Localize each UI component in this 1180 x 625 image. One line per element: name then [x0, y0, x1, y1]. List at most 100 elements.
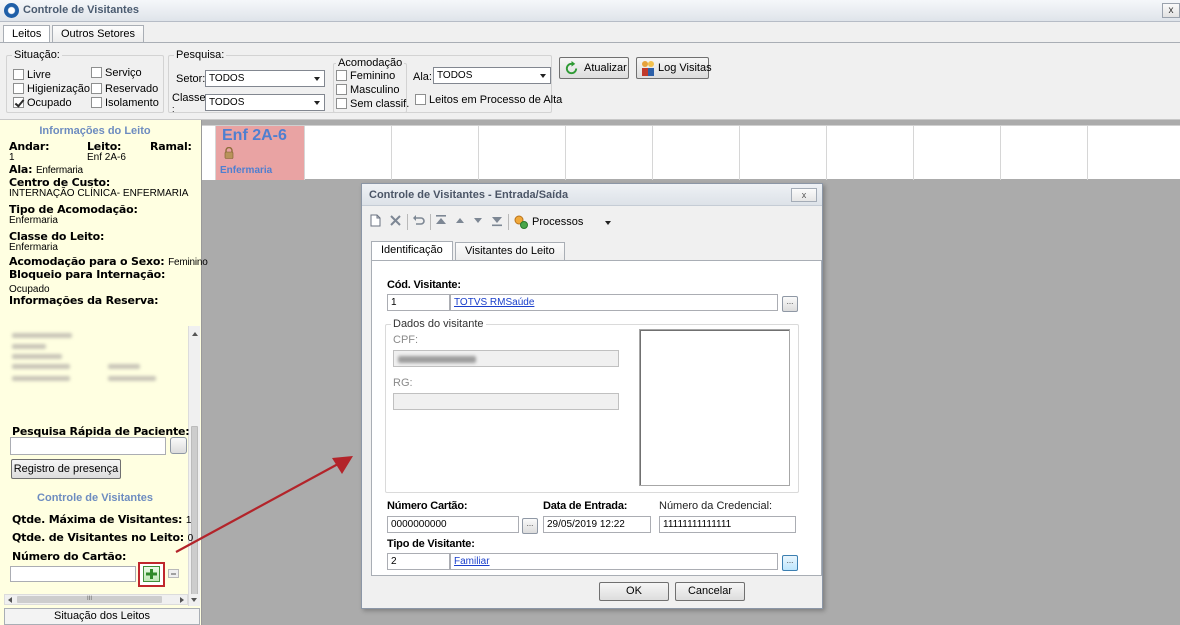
isolamento-checkbox[interactable]: Isolamento: [91, 97, 159, 110]
bed-grid: Enf 2A-6 Enfermaria: [202, 125, 1180, 180]
bed-card-enf-2a-6[interactable]: Enf 2A-6 Enfermaria: [216, 126, 305, 180]
add-visitor-button[interactable]: [143, 566, 160, 582]
situacao-leitos-tab[interactable]: Situação dos Leitos: [4, 608, 200, 625]
ramal-label: Ramal:: [150, 140, 192, 153]
tipo-value: Enfermaria: [9, 215, 58, 226]
tipo-visitante-label: Tipo de Visitante:: [387, 538, 475, 550]
data-entrada-input[interactable]: 29/05/2019 12:22: [543, 516, 651, 533]
remove-visitor-button[interactable]: [168, 569, 179, 578]
refresh-icon: [565, 61, 578, 75]
data-entrada-label: Data de Entrada:: [543, 500, 628, 512]
classe-select[interactable]: TODOS: [205, 94, 325, 111]
setor-label: Setor:: [176, 73, 206, 85]
info-horizontal-scrollbar[interactable]: III: [4, 594, 188, 605]
tab-identificacao[interactable]: Identificação: [371, 241, 453, 261]
empty-bed-cell[interactable]: [914, 126, 1001, 180]
app-logo-icon: [4, 3, 19, 18]
cod-visitante-lookup-button[interactable]: ...: [782, 296, 798, 312]
andar-label: Andar:: [9, 140, 50, 153]
numero-cartao-input[interactable]: [10, 566, 136, 582]
dropdown-arrow-icon: [540, 74, 546, 78]
lock-icon: [224, 147, 234, 159]
feminino-checkbox[interactable]: Feminino: [336, 70, 395, 83]
dialog-title-bar: Controle de Visitantes - Entrada/Saída x: [362, 184, 822, 206]
scroll-right-icon[interactable]: [180, 597, 184, 603]
empty-bed-cell[interactable]: [566, 126, 653, 180]
numero-cartao-lookup-button[interactable]: ...: [522, 518, 538, 534]
tab-visitantes-leito[interactable]: Visitantes do Leito: [455, 242, 565, 261]
numero-cartao-label: Número do Cartão:: [12, 550, 127, 563]
undo-icon[interactable]: [412, 214, 425, 227]
dialog-close-button[interactable]: x: [791, 188, 817, 202]
empty-bed-cell[interactable]: [1001, 126, 1088, 180]
empty-bed-cell[interactable]: [305, 126, 392, 180]
pesquisa-group: Pesquisa: Setor: TODOS Classe : TODOS Ac…: [168, 49, 562, 114]
new-document-icon[interactable]: [370, 214, 381, 227]
empty-bed-cell[interactable]: [653, 126, 740, 180]
cod-visitante-link[interactable]: TOTVS RMSaúde: [454, 297, 534, 308]
setor-value: TODOS: [209, 73, 245, 84]
tab-outros-setores[interactable]: Outros Setores: [52, 25, 144, 43]
sem-classif-checkbox[interactable]: Sem classif.: [336, 98, 409, 111]
checkbox-box: [336, 84, 347, 95]
higienizacao-checkbox[interactable]: Higienização: [13, 83, 90, 96]
cod-visitante-name[interactable]: TOTVS RMSaúde: [450, 294, 778, 311]
previous-record-icon[interactable]: [455, 214, 465, 227]
close-window-button[interactable]: x: [1162, 3, 1180, 18]
livre-checkbox[interactable]: Livre: [13, 69, 51, 82]
empty-bed-cell[interactable]: [827, 126, 914, 180]
rg-input: [393, 393, 619, 410]
leitos-alta-checkbox[interactable]: Leitos em Processo de Alta: [415, 94, 562, 107]
scroll-down-area[interactable]: [189, 594, 200, 605]
ok-button[interactable]: OK: [599, 582, 669, 601]
log-visitas-label: Log Visitas: [658, 62, 712, 74]
visitantes-header: Controle de Visitantes: [37, 492, 153, 504]
redacted-text: [12, 364, 70, 369]
first-record-icon[interactable]: [435, 214, 447, 227]
ala-info-value: Enfermaria: [35, 165, 83, 176]
empty-bed-cell[interactable]: [392, 126, 479, 180]
ala-info: Ala: Enfermaria: [9, 163, 83, 176]
sexo-info: Acomodação para o Sexo: Feminino: [9, 255, 208, 268]
scroll-up-icon[interactable]: [192, 332, 198, 336]
redacted-text: [108, 364, 140, 369]
cancel-button[interactable]: Cancelar: [675, 582, 745, 601]
tipo-visitante-input[interactable]: 2: [387, 553, 450, 570]
atualizar-button[interactable]: Atualizar: [559, 57, 629, 79]
rg-label: RG:: [393, 377, 413, 389]
scroll-left-icon[interactable]: [8, 597, 12, 603]
scroll-down-icon[interactable]: [191, 598, 197, 602]
checkbox-label: Reservado: [105, 83, 159, 95]
credencial-input[interactable]: 11111111111111: [659, 516, 796, 533]
classe-colon: :: [172, 104, 175, 114]
reservado-checkbox[interactable]: Reservado: [91, 83, 158, 96]
registro-presenca-button[interactable]: Registro de presença: [11, 459, 121, 479]
empty-bed-cell[interactable]: [740, 126, 827, 180]
tipo-visitante-name[interactable]: Familiar: [450, 553, 778, 570]
setor-select[interactable]: TODOS: [205, 70, 325, 87]
checkbox-box: [415, 94, 426, 105]
tipo-visitante-link[interactable]: Familiar: [454, 556, 490, 567]
checkbox-box: [336, 98, 347, 109]
bloqueio-label: Bloqueio para Internação:: [9, 268, 166, 281]
hscroll-thumb[interactable]: III: [17, 596, 162, 603]
masculino-checkbox[interactable]: Masculino: [336, 84, 400, 97]
atualizar-label: Atualizar: [584, 62, 627, 74]
log-visitas-button[interactable]: Log Visitas: [636, 57, 712, 79]
empty-bed-cell[interactable]: [479, 126, 566, 180]
servico-checkbox[interactable]: Serviço: [91, 67, 142, 80]
next-record-icon[interactable]: [473, 214, 483, 227]
bed-name: Enf 2A-6: [222, 127, 287, 144]
empty-bed-cell[interactable]: [1088, 126, 1180, 180]
checkbox-label: Feminino: [350, 70, 396, 82]
cod-visitante-input[interactable]: 1: [387, 294, 450, 311]
last-record-icon[interactable]: [491, 214, 503, 227]
ocupado-checkbox[interactable]: Ocupado: [13, 97, 72, 110]
numero-cartao-dialog-input[interactable]: 0000000000: [387, 516, 519, 533]
delete-icon[interactable]: [389, 214, 402, 227]
max-visitantes-label: Qtde. Máxima de Visitantes:: [12, 513, 183, 526]
ala-select[interactable]: TODOS: [433, 67, 551, 84]
tipo-visitante-lookup-button[interactable]: ...: [782, 555, 798, 571]
pesquisa-rapida-input[interactable]: [10, 437, 166, 455]
toolbar-separator: [508, 214, 509, 230]
